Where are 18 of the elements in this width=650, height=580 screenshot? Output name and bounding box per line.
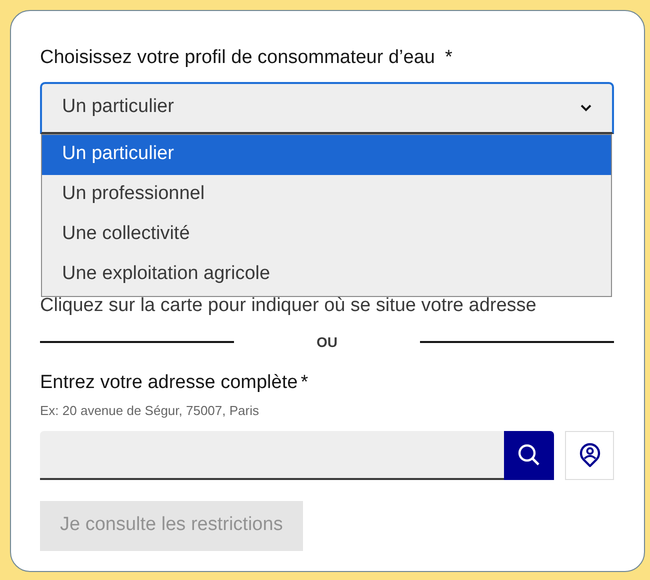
address-field[interactable] (40, 430, 504, 480)
dropdown-option[interactable]: Une collectivité (42, 214, 611, 254)
dropdown-option[interactable]: Un particulier (42, 134, 611, 174)
dropdown-option[interactable]: Une exploitation agricole (42, 254, 611, 294)
profile-select[interactable]: Un particulier (40, 82, 614, 134)
dropdown-option[interactable]: Un professionnel (42, 174, 611, 214)
location-pin-icon (578, 442, 600, 468)
separator-label: OU (316, 332, 338, 352)
search-icon (517, 443, 541, 467)
search-button[interactable] (504, 430, 554, 480)
required-mark: * (300, 370, 308, 394)
required-mark: * (444, 46, 452, 70)
field-label: Choisissez votre profil de consommateur d’eau (40, 46, 435, 70)
field-label: Entrez votre adresse complète (40, 370, 298, 394)
map-hint: Cliquez sur la carte pour indiquer où se situe votre adresse (40, 294, 538, 318)
field-hint: Ex: 20 avenue de Ségur, 75007, Paris (40, 402, 260, 420)
location-button[interactable] (565, 430, 614, 480)
chevron-down-icon (580, 104, 592, 112)
